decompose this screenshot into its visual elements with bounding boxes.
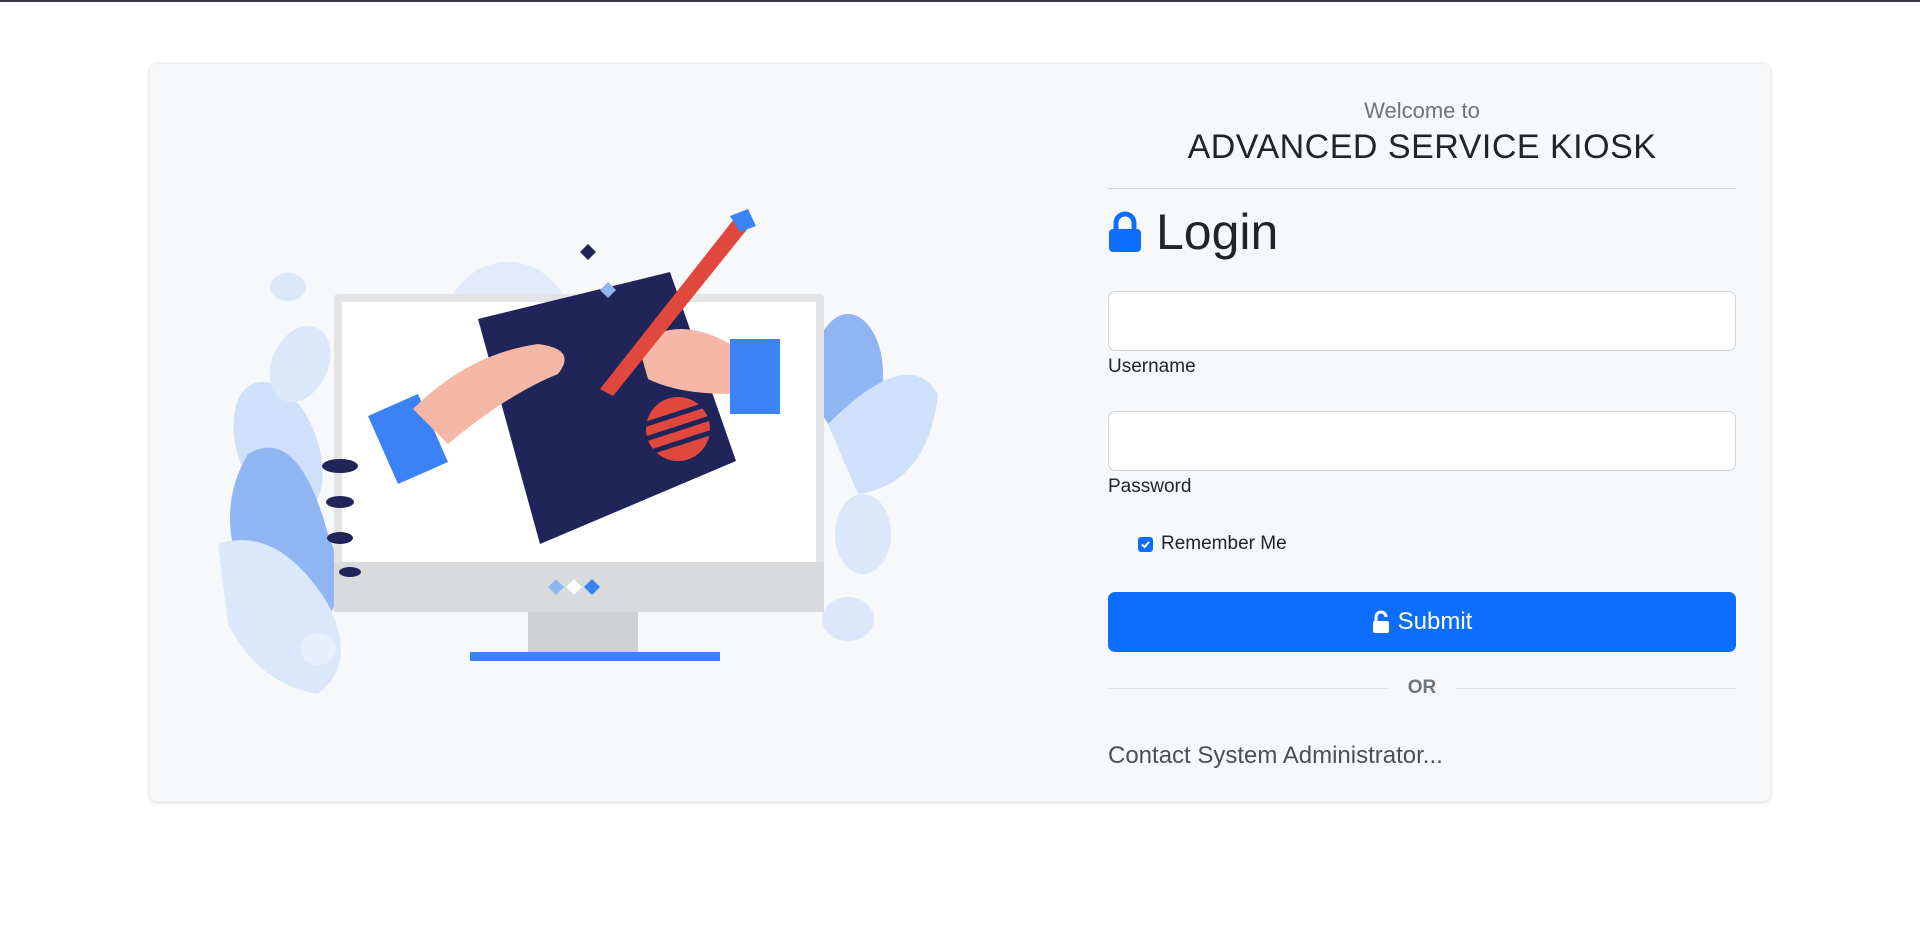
remember-me-checkbox[interactable] bbox=[1138, 536, 1153, 552]
checkmark-icon bbox=[1141, 540, 1150, 548]
or-line-right bbox=[1456, 687, 1736, 689]
title-divider bbox=[1108, 188, 1736, 189]
submit-button[interactable]: Submit bbox=[1108, 592, 1736, 652]
login-card: Welcome to ADVANCED SERVICE KIOSK Login … bbox=[149, 63, 1771, 802]
or-divider: OR bbox=[1108, 676, 1736, 700]
top-border bbox=[0, 0, 1920, 2]
username-input[interactable] bbox=[1108, 291, 1736, 351]
or-line-left bbox=[1108, 687, 1388, 689]
remember-me-label: Remember Me bbox=[1161, 533, 1287, 554]
unlock-icon bbox=[1372, 610, 1389, 633]
login-title: Login bbox=[1156, 204, 1279, 260]
submit-label: Submit bbox=[1397, 608, 1473, 635]
contact-admin-link[interactable]: Contact System Administrator... bbox=[1108, 742, 1443, 770]
app-title: ADVANCED SERVICE KIOSK bbox=[1187, 128, 1657, 166]
remember-me[interactable]: Remember Me bbox=[1138, 533, 1287, 555]
welcome-text: Welcome to bbox=[1364, 98, 1480, 123]
password-input[interactable] bbox=[1108, 411, 1736, 471]
username-label: Username bbox=[1108, 356, 1196, 377]
lock-icon bbox=[1109, 211, 1141, 252]
login-heading: Login bbox=[1108, 202, 1278, 262]
password-label: Password bbox=[1108, 476, 1192, 497]
kiosk-illustration bbox=[218, 209, 938, 694]
or-text: OR bbox=[1407, 677, 1437, 698]
